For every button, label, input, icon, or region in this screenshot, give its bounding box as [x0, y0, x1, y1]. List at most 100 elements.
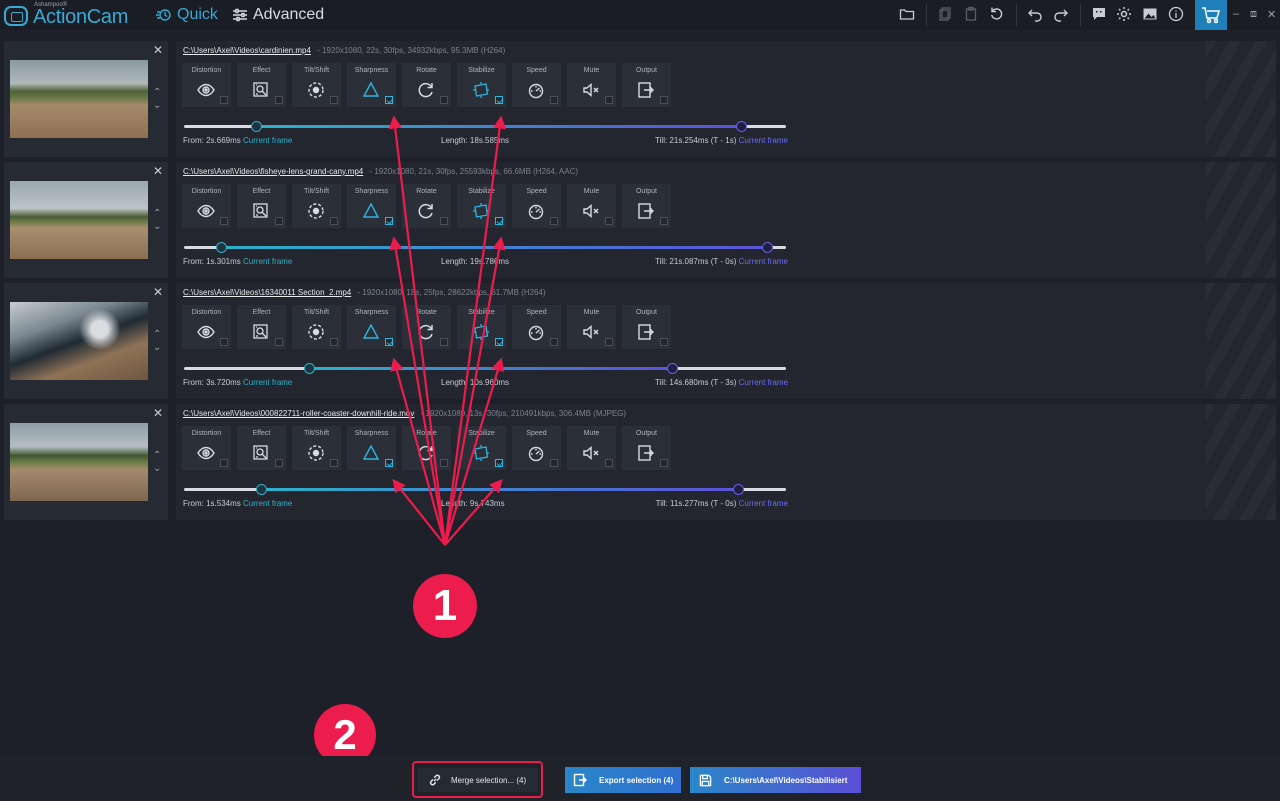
tool-mute-button[interactable]: Mute	[567, 305, 616, 349]
minimize-icon[interactable]: –	[1233, 8, 1239, 20]
tool-checkbox[interactable]	[440, 96, 448, 104]
move-down-icon[interactable]: ⌄	[153, 463, 161, 474]
settings-gear-icon[interactable]	[1116, 6, 1132, 22]
tool-effect-button[interactable]: Effect	[237, 63, 286, 107]
tool-tilt-shift-button[interactable]: Tilt/Shift	[292, 63, 341, 107]
tool-tilt-shift-button[interactable]: Tilt/Shift	[292, 305, 341, 349]
quick-mode-button[interactable]: Quick	[156, 6, 218, 24]
merge-selection-button[interactable]: Merge selection... (4)	[418, 768, 538, 792]
tool-distortion-button[interactable]: Distortion	[182, 184, 231, 228]
feedback-icon[interactable]	[1091, 6, 1107, 22]
file-path-link[interactable]: C:\Users\Axel\Videos\16340011 Section_2.…	[183, 288, 351, 297]
tool-checkbox[interactable]	[385, 459, 393, 467]
tool-checkbox[interactable]	[660, 217, 668, 225]
tool-sharpness-button[interactable]: Sharpness	[347, 426, 396, 470]
trim-start-handle[interactable]	[216, 242, 228, 253]
tool-checkbox[interactable]	[550, 96, 558, 104]
folder-icon[interactable]	[899, 6, 915, 22]
trim-start-handle[interactable]	[251, 121, 263, 132]
tool-stabilize-button[interactable]: Stabilize	[457, 305, 506, 349]
tool-checkbox[interactable]	[385, 338, 393, 346]
tool-rotate-button[interactable]: Rotate	[402, 184, 451, 228]
tool-output-button[interactable]: Output	[622, 426, 671, 470]
tool-checkbox[interactable]	[660, 338, 668, 346]
tool-distortion-button[interactable]: Distortion	[182, 305, 231, 349]
move-up-icon[interactable]: ⌃	[153, 450, 161, 461]
tool-checkbox[interactable]	[330, 217, 338, 225]
trim-slider[interactable]	[184, 242, 786, 253]
tool-checkbox[interactable]	[385, 217, 393, 225]
from-current-frame-link[interactable]: Current frame	[243, 378, 292, 387]
tool-checkbox[interactable]	[330, 338, 338, 346]
tool-checkbox[interactable]	[660, 459, 668, 467]
tool-checkbox[interactable]	[495, 96, 503, 104]
tool-stabilize-button[interactable]: Stabilize	[457, 63, 506, 107]
tool-checkbox[interactable]	[550, 338, 558, 346]
tool-sharpness-button[interactable]: Sharpness	[347, 305, 396, 349]
tool-stabilize-button[interactable]: Stabilize	[457, 426, 506, 470]
clipboard-icon[interactable]	[963, 6, 979, 22]
tool-speed-button[interactable]: Speed	[512, 305, 561, 349]
tool-checkbox[interactable]	[495, 338, 503, 346]
tool-tilt-shift-button[interactable]: Tilt/Shift	[292, 184, 341, 228]
tool-mute-button[interactable]: Mute	[567, 426, 616, 470]
tool-distortion-button[interactable]: Distortion	[182, 63, 231, 107]
move-up-icon[interactable]: ⌃	[153, 329, 161, 340]
tool-speed-button[interactable]: Speed	[512, 426, 561, 470]
move-down-icon[interactable]: ⌄	[153, 221, 161, 232]
tool-rotate-button[interactable]: Rotate	[402, 426, 451, 470]
tool-checkbox[interactable]	[220, 338, 228, 346]
tool-checkbox[interactable]	[275, 338, 283, 346]
remove-clip-icon[interactable]: ✕	[153, 285, 163, 299]
tool-checkbox[interactable]	[220, 96, 228, 104]
shopping-cart-button[interactable]	[1195, 0, 1227, 30]
file-path-link[interactable]: C:\Users\Axel\Videos\fisheye-lens-grand-…	[183, 167, 363, 176]
close-window-icon[interactable]: ✕	[1267, 8, 1276, 21]
tool-checkbox[interactable]	[440, 459, 448, 467]
file-path-link[interactable]: C:\Users\Axel\Videos\cardinien.mp4	[183, 46, 311, 55]
clip-thumbnail[interactable]	[10, 302, 148, 380]
clip-thumbnail[interactable]	[10, 181, 148, 259]
trim-end-handle[interactable]	[761, 242, 773, 253]
move-up-icon[interactable]: ⌃	[153, 87, 161, 98]
move-down-icon[interactable]: ⌄	[153, 342, 161, 353]
tool-checkbox[interactable]	[275, 459, 283, 467]
tool-rotate-button[interactable]: Rotate	[402, 63, 451, 107]
tool-checkbox[interactable]	[440, 338, 448, 346]
undo-icon[interactable]	[1027, 6, 1043, 22]
tool-effect-button[interactable]: Effect	[237, 184, 286, 228]
trim-slider[interactable]	[184, 363, 786, 374]
tool-checkbox[interactable]	[605, 96, 613, 104]
till-current-frame-link[interactable]: Current frame	[739, 257, 788, 266]
file-path-link[interactable]: C:\Users\Axel\Videos\000822711-roller-co…	[183, 409, 414, 418]
tool-checkbox[interactable]	[605, 459, 613, 467]
tool-sharpness-button[interactable]: Sharpness	[347, 63, 396, 107]
tool-checkbox[interactable]	[330, 96, 338, 104]
tool-checkbox[interactable]	[605, 338, 613, 346]
tool-sharpness-button[interactable]: Sharpness	[347, 184, 396, 228]
tool-output-button[interactable]: Output	[622, 184, 671, 228]
tool-stabilize-button[interactable]: Stabilize	[457, 184, 506, 228]
remove-clip-icon[interactable]: ✕	[153, 43, 163, 57]
tool-checkbox[interactable]	[495, 217, 503, 225]
tool-checkbox[interactable]	[660, 96, 668, 104]
tool-output-button[interactable]: Output	[622, 63, 671, 107]
redo-icon[interactable]	[1053, 6, 1069, 22]
trim-end-handle[interactable]	[732, 484, 744, 495]
tool-checkbox[interactable]	[220, 217, 228, 225]
trim-slider[interactable]	[184, 121, 786, 132]
clip-thumbnail[interactable]	[10, 60, 148, 138]
tool-checkbox[interactable]	[440, 217, 448, 225]
tool-checkbox[interactable]	[220, 459, 228, 467]
tool-checkbox[interactable]	[495, 459, 503, 467]
tool-checkbox[interactable]	[550, 459, 558, 467]
copy-icon[interactable]	[937, 6, 953, 22]
till-current-frame-link[interactable]: Current frame	[739, 136, 788, 145]
export-selection-button[interactable]: Export selection (4)	[565, 767, 681, 793]
advanced-mode-button[interactable]: Advanced	[232, 6, 324, 24]
remove-clip-icon[interactable]: ✕	[153, 164, 163, 178]
tool-distortion-button[interactable]: Distortion	[182, 426, 231, 470]
trim-slider[interactable]	[184, 484, 786, 495]
from-current-frame-link[interactable]: Current frame	[243, 136, 292, 145]
tool-checkbox[interactable]	[330, 459, 338, 467]
